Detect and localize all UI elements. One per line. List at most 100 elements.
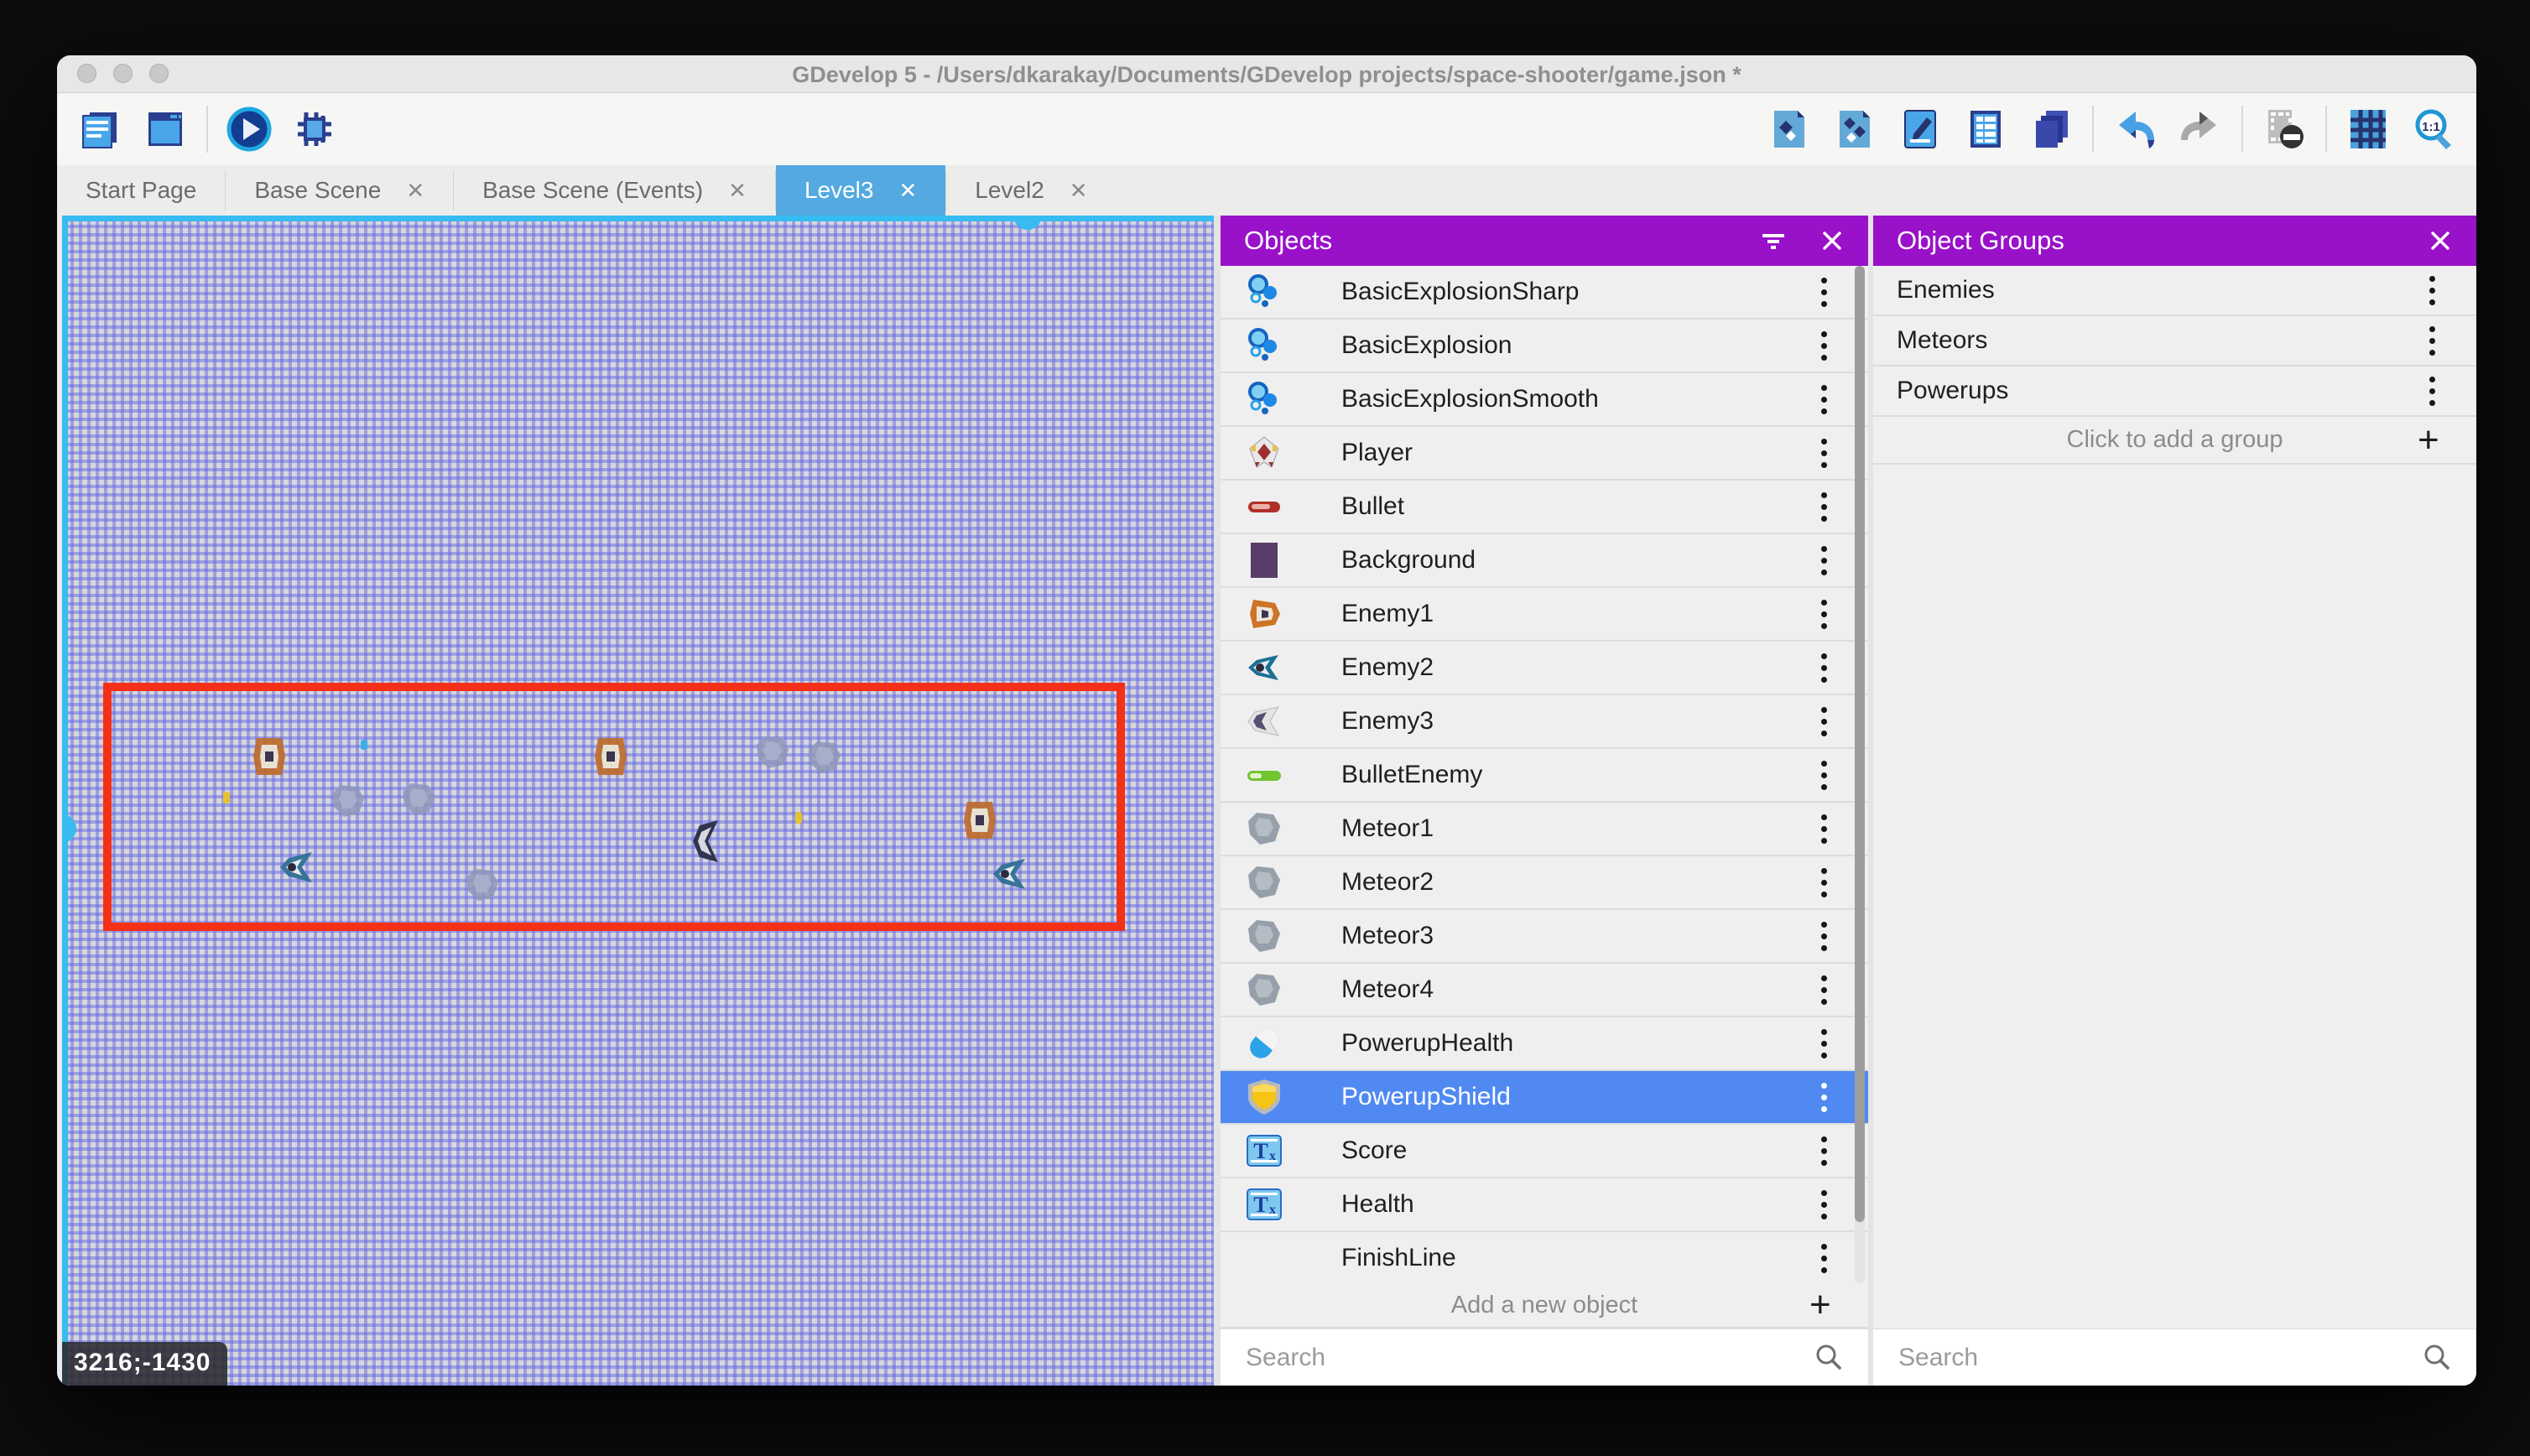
object-row-background[interactable]: Background <box>1221 534 1868 588</box>
objects-list-scrollbar[interactable] <box>1855 266 1865 1283</box>
kebab-menu-icon[interactable] <box>2413 321 2451 360</box>
debug-icon <box>291 106 338 153</box>
object-row-score[interactable]: Tx Score <box>1221 1125 1868 1178</box>
panel-divider[interactable] <box>1214 216 1221 1386</box>
groups-search-input[interactable] <box>1897 1343 2421 1373</box>
object-row-bullet[interactable]: Bullet <box>1221 481 1868 534</box>
kebab-menu-icon[interactable] <box>1804 702 1843 741</box>
object-row-enemy3[interactable]: Enemy3 <box>1221 695 1868 749</box>
tab-close-icon[interactable]: ✕ <box>406 178 424 204</box>
toggle-mask-button <box>2260 105 2309 153</box>
object-row-meteor2[interactable]: Meteor2 <box>1221 856 1868 910</box>
properties-button[interactable] <box>1896 105 1944 153</box>
kebab-menu-icon[interactable] <box>1804 1239 1843 1277</box>
object-row-meteor4[interactable]: Meteor4 <box>1221 964 1868 1017</box>
kebab-menu-icon[interactable] <box>1804 648 1843 687</box>
object-row-basicexplosion[interactable]: BasicExplosion <box>1221 320 1868 373</box>
object-row-health[interactable]: TxHealth <box>1221 1178 1868 1232</box>
tab-label: Base Scene <box>254 177 381 204</box>
tab-close-icon[interactable]: ✕ <box>1070 178 1088 204</box>
scene-editor-canvas[interactable]: 3216;-1430 <box>62 216 1214 1386</box>
kebab-menu-icon[interactable] <box>1804 326 1843 365</box>
vertical-scrollbar-thumb[interactable] <box>62 814 76 843</box>
kebab-menu-icon[interactable] <box>1804 1185 1843 1224</box>
layers-button[interactable] <box>2027 105 2075 153</box>
content-area: 3216;-1430 Objects BasicExplosionSharpBa… <box>57 216 2476 1386</box>
cursor-coordinates: 3216;-1430 <box>62 1342 227 1386</box>
tab-level2[interactable]: Level2✕ <box>946 165 1116 216</box>
add-group-row[interactable]: Click to add a group+ <box>1873 417 2476 465</box>
object-row-enemy2[interactable]: Enemy2 <box>1221 642 1868 695</box>
svg-text:x: x <box>1269 1149 1276 1163</box>
explosion-icon <box>1244 272 1284 312</box>
bullet-green-icon <box>1244 755 1284 795</box>
filter-icon[interactable] <box>1759 226 1788 255</box>
objects-search-row <box>1221 1329 1868 1386</box>
start-page-icon <box>142 106 189 153</box>
object-row-enemy1[interactable]: Enemy1 <box>1221 588 1868 642</box>
objects-list-scrollbar-thumb[interactable] <box>1855 266 1865 1222</box>
kebab-menu-icon[interactable] <box>1804 970 1843 1009</box>
kebab-menu-icon[interactable] <box>1804 595 1843 633</box>
toggle-grid-button[interactable] <box>2344 105 2392 153</box>
kebab-menu-icon[interactable] <box>2413 271 2451 309</box>
kebab-menu-icon[interactable] <box>2413 372 2451 410</box>
group-row-enemies[interactable]: Enemies <box>1873 266 2476 316</box>
object-row-basicexplosionsmooth[interactable]: BasicExplosionSmooth <box>1221 373 1868 427</box>
kebab-menu-icon[interactable] <box>1804 380 1843 419</box>
group-row-powerups[interactable]: Powerups <box>1873 367 2476 417</box>
instances-list-button[interactable] <box>1961 105 2010 153</box>
kebab-menu-icon[interactable] <box>1804 917 1843 955</box>
kebab-menu-icon[interactable] <box>1804 863 1843 902</box>
object-row-bulletenemy[interactable]: BulletEnemy <box>1221 749 1868 803</box>
kebab-menu-icon[interactable] <box>1804 434 1843 472</box>
object-row-meteor3[interactable]: Meteor3 <box>1221 910 1868 964</box>
tab-close-icon[interactable]: ✕ <box>728 178 747 204</box>
tab-start-page[interactable]: Start Page <box>57 165 225 216</box>
object-row-finishline[interactable]: FinishLine <box>1221 1232 1868 1283</box>
start-page-button[interactable] <box>141 105 190 153</box>
project-manager-button[interactable] <box>75 105 124 153</box>
zoom-original-button[interactable]: 1:1 <box>2409 105 2458 153</box>
tab-level3[interactable]: Level3✕ <box>776 165 945 216</box>
kebab-menu-icon[interactable] <box>1804 1078 1843 1116</box>
object-row-player[interactable]: Player <box>1221 427 1868 481</box>
debug-button[interactable] <box>290 105 339 153</box>
object-groups-button[interactable] <box>1830 105 1879 153</box>
kebab-menu-icon[interactable] <box>1804 1024 1843 1063</box>
kebab-menu-icon[interactable] <box>1804 1131 1843 1170</box>
object-row-powerupshield[interactable]: PowerupShield <box>1221 1071 1868 1125</box>
object-name: Enemy2 <box>1341 653 1804 682</box>
object-row-meteor1[interactable]: Meteor1 <box>1221 803 1868 856</box>
close-icon[interactable] <box>1819 228 1845 253</box>
svg-text:T: T <box>1253 1139 1268 1163</box>
horizontal-scrollbar-thumb[interactable] <box>1013 216 1042 230</box>
undo-icon <box>2111 105 2159 153</box>
close-icon[interactable] <box>2428 228 2453 253</box>
kebab-menu-icon[interactable] <box>1804 273 1843 311</box>
group-name: Meteors <box>1897 326 2413 355</box>
tab-base-scene[interactable]: Base Scene ✕ <box>226 165 453 216</box>
object-row-poweruphealth[interactable]: PowerupHealth <box>1221 1017 1868 1071</box>
object-name: Meteor1 <box>1341 814 1804 843</box>
object-name: Score <box>1341 1136 1804 1165</box>
objects-search-input[interactable] <box>1244 1343 1813 1373</box>
group-row-meteors[interactable]: Meteors <box>1873 316 2476 367</box>
text-object-icon: Tx <box>1244 1131 1284 1171</box>
vertical-scrollbar[interactable] <box>62 216 68 1386</box>
play-button[interactable] <box>225 105 273 153</box>
tab-base-scene-events-[interactable]: Base Scene (Events)✕ <box>454 165 775 216</box>
objects-list-button[interactable] <box>1765 105 1814 153</box>
object-row-basicexplosionsharp[interactable]: BasicExplosionSharp <box>1221 266 1868 320</box>
groups-search-row <box>1873 1329 2476 1386</box>
kebab-menu-icon[interactable] <box>1804 809 1843 848</box>
add-object-row[interactable]: Add a new object + <box>1221 1283 1868 1329</box>
tab-close-icon[interactable]: ✕ <box>898 178 917 204</box>
layers-icon <box>2028 106 2074 153</box>
kebab-menu-icon[interactable] <box>1804 487 1843 526</box>
meteor-icon <box>1244 809 1284 849</box>
kebab-menu-icon[interactable] <box>1804 541 1843 580</box>
toolbar-separator <box>2325 106 2327 153</box>
kebab-menu-icon[interactable] <box>1804 756 1843 794</box>
undo-button[interactable] <box>2111 105 2159 153</box>
